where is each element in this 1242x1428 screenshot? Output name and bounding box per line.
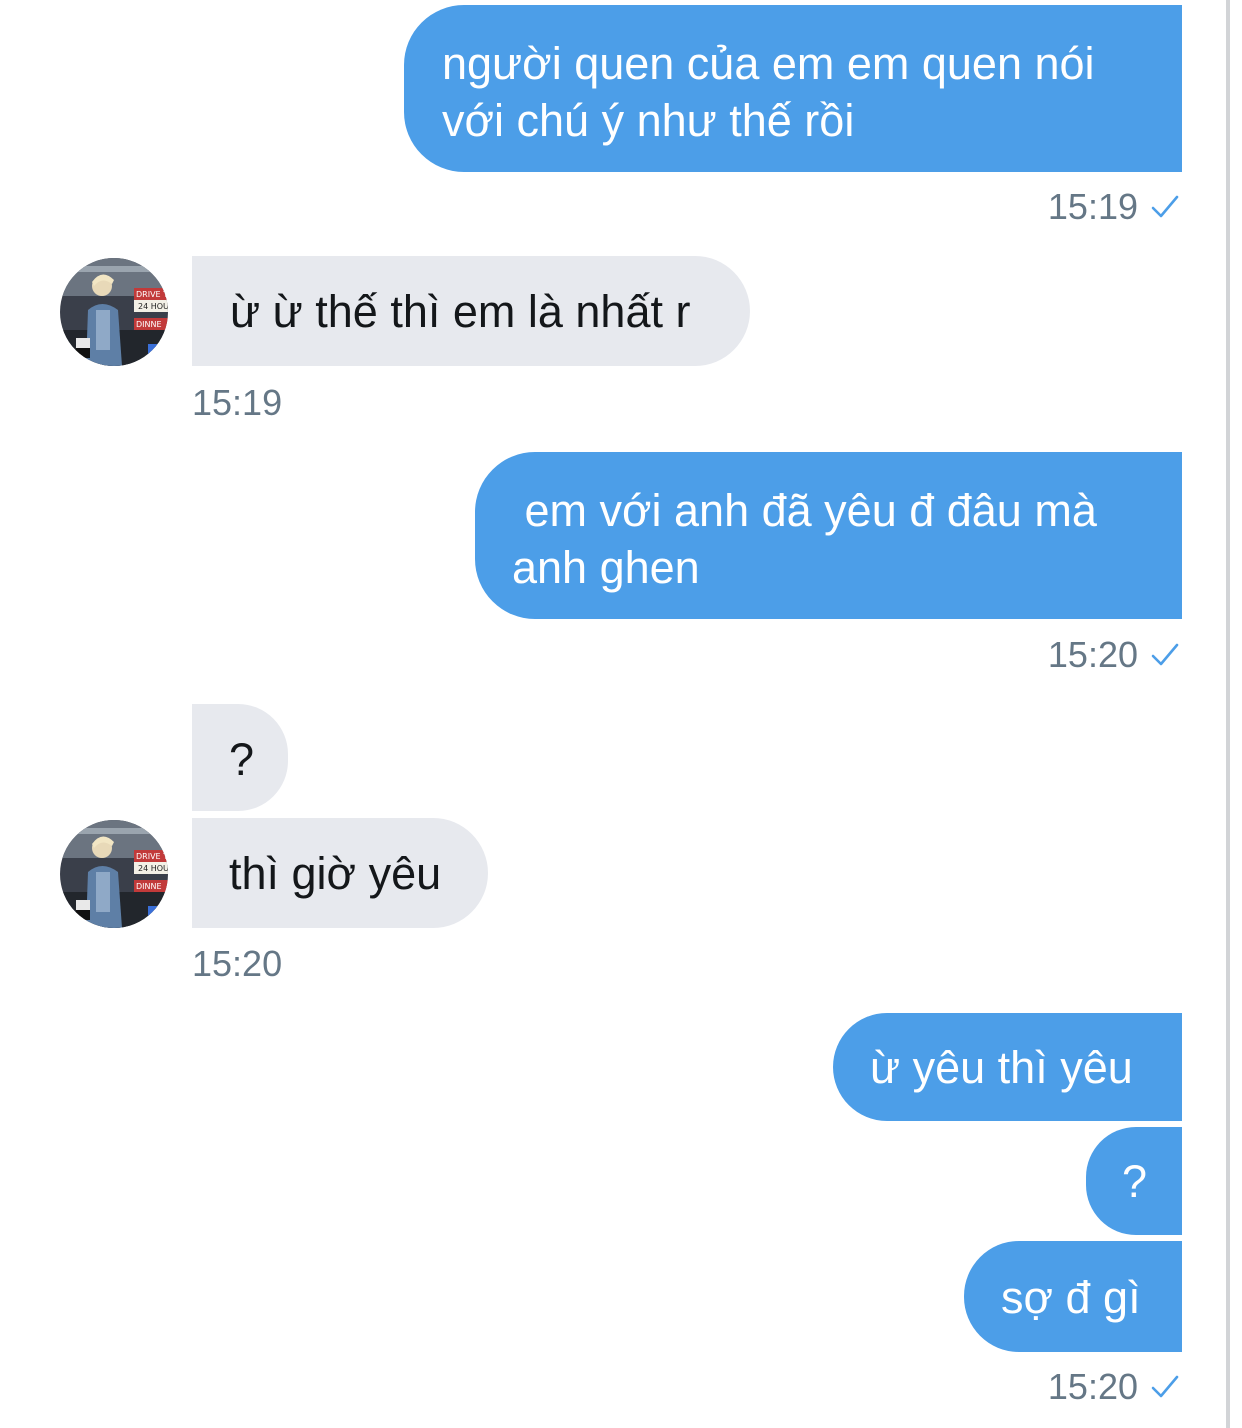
message-timestamp: 15:20 (1048, 1367, 1180, 1407)
message-text: thì giờ yêu (229, 848, 442, 899)
incoming-message-bubble[interactable]: thì giờ yêu (192, 818, 488, 928)
avatar[interactable]: DRIVE T 24 HOU DINNE (60, 820, 168, 928)
outgoing-message-bubble[interactable]: người quen của em em quen nói với chú ý … (404, 5, 1182, 172)
message-timestamp: 15:20 (192, 944, 282, 984)
incoming-message-bubble[interactable]: ừ ừ thế thì em là nhất r (192, 256, 750, 366)
scrollbar-track[interactable] (1226, 0, 1230, 1428)
chat-screen: người quen của em em quen nói với chú ý … (0, 0, 1242, 1428)
message-text-line: người quen của em em quen nói (442, 38, 1095, 89)
read-check-icon (1151, 195, 1179, 218)
read-check-icon (1151, 1375, 1179, 1398)
timestamp-text: 15:19 (1047, 186, 1138, 227)
outgoing-message-bubble[interactable]: em với anh đã yêu đ đâu mà anh ghen (475, 452, 1182, 619)
avatar-sign-text: 24 HOU (138, 864, 168, 873)
outgoing-message-bubble[interactable]: ? (1086, 1127, 1182, 1235)
message-text-line: anh ghen (512, 542, 700, 593)
outgoing-message-bubble[interactable]: sợ đ gì (964, 1241, 1182, 1352)
message-timestamp: 15:19 (1048, 187, 1180, 227)
message-text: ừ ừ thế thì em là nhất r (230, 286, 691, 337)
message-text: ? (229, 734, 255, 785)
message-text-line: em với anh đã yêu đ đâu mà (512, 485, 1097, 536)
timestamp-text: 15:20 (1047, 1366, 1138, 1407)
avatar-sign-text: DRIVE T (136, 852, 168, 861)
timestamp-text: 15:20 (1047, 634, 1138, 675)
avatar-sign-text: DRIVE T (136, 290, 168, 299)
avatar-sign-text: DINNE (136, 320, 162, 329)
message-text: sợ đ gì (1001, 1272, 1141, 1323)
message-timestamp: 15:20 (1048, 635, 1180, 675)
avatar-sign-text: 24 HOU (138, 302, 168, 311)
avatar-sign-text: DINNE (136, 882, 162, 891)
timestamp-text: 15:20 (192, 943, 283, 984)
message-text: ừ yêu thì yêu (870, 1042, 1133, 1093)
message-text: ? (1122, 1156, 1148, 1207)
outgoing-message-bubble[interactable]: ừ yêu thì yêu (833, 1013, 1182, 1121)
message-text-line: với chú ý như thế rồi (442, 95, 855, 146)
avatar[interactable]: DRIVE T 24 HOU DINNE (60, 258, 168, 366)
avatar-photo: DRIVE T 24 HOU DINNE (60, 258, 168, 366)
message-timestamp: 15:19 (192, 383, 282, 423)
avatar-photo: DRIVE T 24 HOU DINNE (60, 820, 168, 928)
timestamp-text: 15:19 (192, 382, 283, 423)
incoming-message-bubble[interactable]: ? (192, 704, 288, 811)
read-check-icon (1151, 643, 1179, 666)
